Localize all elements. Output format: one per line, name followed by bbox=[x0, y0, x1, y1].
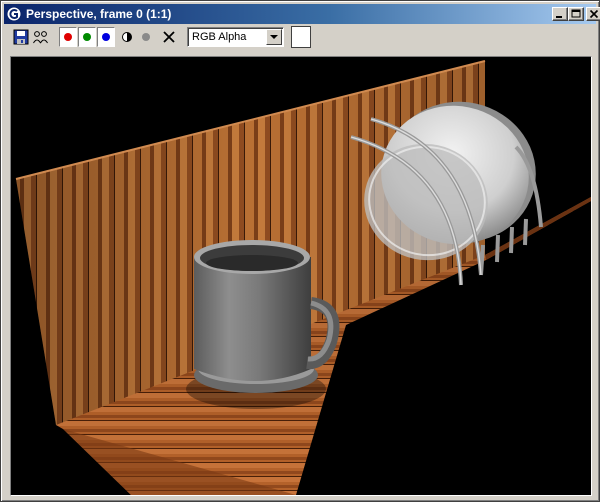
red-channel-dot bbox=[64, 33, 72, 41]
monochrome-icon[interactable] bbox=[118, 28, 136, 46]
clear-icon[interactable] bbox=[160, 28, 178, 46]
render-frame-window: Perspective, frame 0 (1:1) RGB Alpha bbox=[0, 0, 600, 502]
maximize-button[interactable] bbox=[568, 7, 584, 21]
close-button[interactable] bbox=[586, 7, 600, 21]
save-icon[interactable] bbox=[12, 28, 30, 46]
green-channel-button[interactable] bbox=[78, 27, 96, 47]
clone-icon[interactable] bbox=[32, 28, 50, 46]
render-toolbar: RGB Alpha bbox=[4, 25, 596, 51]
channel-display-value: RGB Alpha bbox=[192, 31, 247, 43]
red-channel-button[interactable] bbox=[59, 27, 77, 47]
minimize-button[interactable] bbox=[552, 7, 568, 21]
alpha-dot-icon[interactable] bbox=[137, 28, 155, 46]
blue-channel-dot bbox=[102, 33, 110, 41]
background-color-swatch[interactable] bbox=[291, 26, 311, 48]
title-bar[interactable]: Perspective, frame 0 (1:1) bbox=[4, 4, 600, 24]
channel-display-select[interactable]: RGB Alpha bbox=[187, 27, 284, 47]
window-title: Perspective, frame 0 (1:1) bbox=[26, 7, 172, 21]
render-viewport[interactable] bbox=[10, 56, 592, 496]
app-logo-icon bbox=[6, 6, 22, 22]
mug bbox=[194, 257, 311, 381]
green-channel-dot bbox=[83, 33, 91, 41]
chevron-down-icon[interactable] bbox=[266, 29, 282, 45]
blue-channel-button[interactable] bbox=[97, 27, 115, 47]
rendered-scene-image bbox=[15, 60, 591, 495]
